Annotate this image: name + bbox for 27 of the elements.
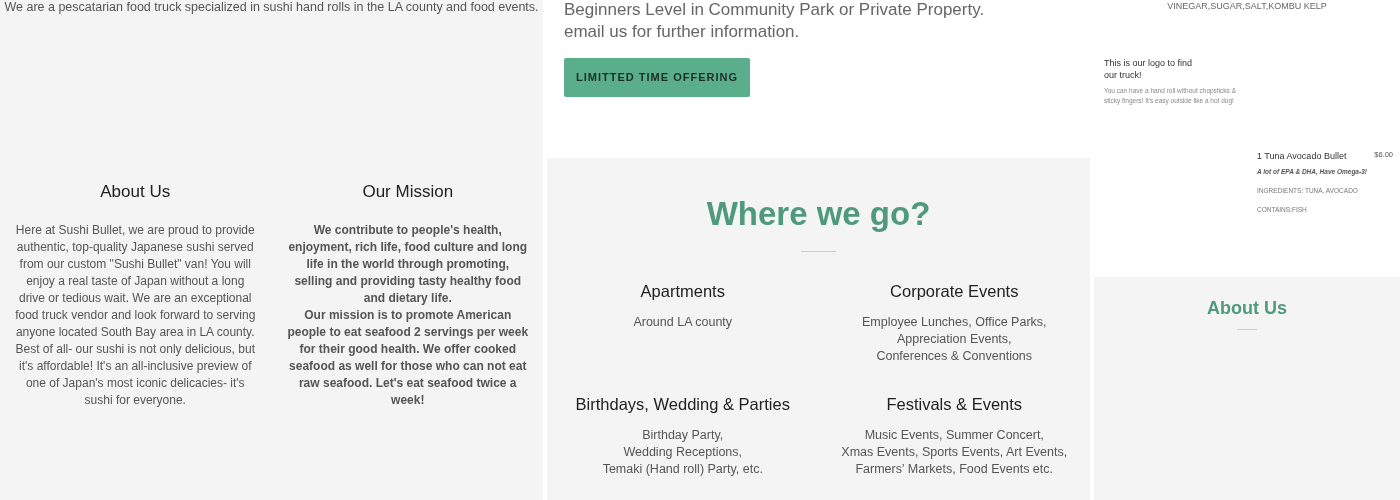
place-text: Xmas Events, Sports Events, Art Events, (841, 444, 1068, 461)
section-heading: About Us (100, 182, 171, 202)
place-text: Conferences & Conventions (876, 348, 1033, 365)
place-text: Music Events, Summer Concert, (864, 427, 1044, 444)
menu-item-name: 1 Tuna Avocado Bullet (1257, 150, 1347, 162)
ingredients-text: VINEGAR,SUGAR,SALT,KOMBU KELP (1166, 0, 1328, 11)
place-text: Temaki (Hand roll) Party, etc. (602, 461, 763, 478)
section-text: Here at Sushi Bullet, we are proud to provide authentic, top-quality Japanese sushi served from our custom "Sushi Bullet" van! You will enjoy a real taste of Japan without a long drive or tedious wait. We are an exceptional food truck vendor and look forward to serving anyone located South Bay area in LA county. Best of all- our sushi is not only delicious, but it's affordable! It's an all-inclusive preview of one of Japan's most iconic delicacies- it's sushi for everyone. (14, 222, 257, 409)
place-text: Employee Lunches, Office Parks, (861, 314, 1047, 331)
place-text: Wedding Receptions, (623, 444, 743, 461)
logo-caption: This is our logo to find our truck! (1104, 57, 1194, 81)
offer-button[interactable]: LIMITTED TIME OFFERING (564, 58, 750, 97)
place-heading: Apartments (640, 281, 725, 302)
section-heading: Our Mission (362, 182, 454, 202)
section-title: Where we go? (706, 194, 931, 234)
place-text: Appreciation Events, (896, 331, 1012, 348)
info-line: email us for further information. (564, 21, 801, 43)
place-heading: Festivals & Events (886, 394, 1023, 415)
intro-text: We are a pescatarian food truck specialized in sushi hand rolls in the LA county and food events. (3, 0, 540, 14)
place-text: Farmers' Markets, Food Events etc. (855, 461, 1054, 478)
place-heading: Corporate Events (890, 281, 1019, 302)
section-text: We contribute to people's health, enjoyment, rich life, food culture and long life in the world through promoting, selling and providing tasty healthy food and dietary life. Our mission is to promote American people to eat seafood 2 servings per week for their good health. We offer cooked seafood as well for those who can not eat raw seafood. Let's eat seafood twice a week! (286, 222, 529, 409)
section-title: About Us (1207, 297, 1287, 319)
place-text: Birthday Party, (642, 427, 724, 444)
place-text: Around LA county (633, 314, 733, 331)
place-heading: Birthdays, Wedding & Parties (575, 394, 790, 415)
info-line: Beginners Level in Community Park or Private Property. (564, 0, 986, 20)
